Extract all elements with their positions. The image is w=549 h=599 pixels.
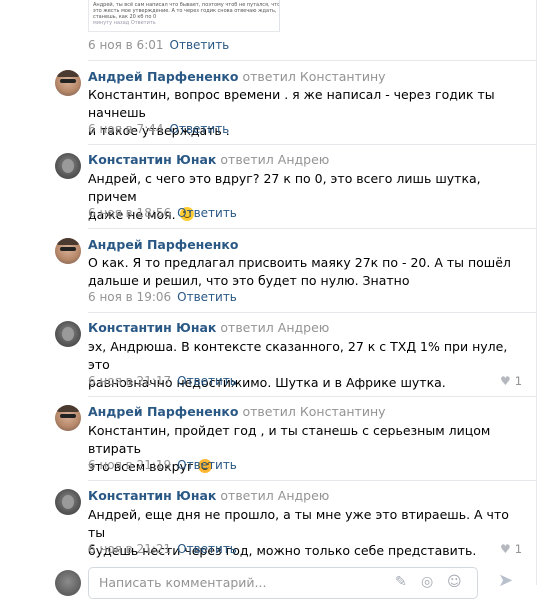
camera-icon[interactable]: ◎ — [421, 574, 433, 590]
avatar[interactable] — [55, 70, 81, 96]
text-line: Константин, пройдет год , и ты станешь с… — [88, 423, 491, 456]
comment-author-line: Константин Юнак ответил Андрею — [88, 488, 329, 503]
avatar[interactable] — [55, 321, 81, 347]
avatar[interactable] — [55, 489, 81, 515]
comment-time[interactable]: 6 ноя в 21:19 — [88, 458, 171, 472]
text-line: эх, Андрюша. В контексте сказанного, 27 … — [88, 339, 508, 372]
reply-target[interactable]: Константину — [300, 404, 386, 419]
comment-text: О как. Я то предлагал присвоить маяку 27… — [88, 254, 518, 290]
author-name[interactable]: Константин Юнак — [88, 152, 216, 167]
reply-button[interactable]: Ответить — [177, 374, 237, 388]
comment-input[interactable]: Написать комментарий... ✎ ◎ ☺ — [88, 567, 478, 599]
reply-button[interactable]: Ответить — [177, 542, 237, 556]
divider — [88, 480, 536, 481]
replied-label: ответил — [220, 488, 274, 503]
comment-meta: 6 ноя в 7:44 Ответить — [88, 122, 229, 136]
author-name[interactable]: Андрей Парфененко — [88, 404, 239, 419]
current-user-avatar — [55, 570, 81, 596]
like-count: 1 — [514, 542, 523, 556]
replied-label: ответил — [242, 404, 296, 419]
author-name[interactable]: Андрей Парфененко — [88, 69, 239, 84]
thumb-line: Андрей, ты всё сам написал что бывает, п… — [93, 2, 280, 8]
divider — [88, 60, 536, 61]
attach-icon[interactable]: ✎ — [395, 574, 407, 590]
comment-author-line: Андрей Парфененко ответил Константину — [88, 404, 386, 419]
like-button[interactable]: ♥ 1 — [500, 374, 522, 388]
divider — [88, 312, 536, 313]
replied-label: ответил — [242, 69, 296, 84]
comment-meta: 6 ноя в 21:19 Ответить — [88, 458, 237, 472]
reply-target[interactable]: Андрею — [278, 152, 330, 167]
comment-author-line: Андрей Парфененко ответил Константину — [88, 69, 386, 84]
text-line: Андрей, еще дня не прошло, а ты мне уже … — [88, 507, 509, 540]
reply-target[interactable]: Константину — [300, 69, 386, 84]
comment-time[interactable]: 6 ноя в 7:44 — [88, 122, 164, 136]
like-count: 1 — [514, 374, 523, 388]
comment-time[interactable]: 6 ноя в 21:21 — [88, 542, 171, 556]
comment-input-placeholder: Написать комментарий... — [99, 575, 267, 590]
send-icon[interactable]: ➤ — [498, 570, 513, 591]
text-line: О как. Я то предлагал присвоить маяку 27… — [88, 255, 511, 270]
avatar[interactable] — [55, 238, 81, 264]
emoji-icon[interactable]: ☺ — [447, 574, 462, 590]
reply-target[interactable]: Андрею — [278, 488, 330, 503]
like-button[interactable]: ♥ 1 — [500, 542, 522, 556]
divider — [88, 396, 536, 397]
text-line: Константин, вопрос времени . я же написа… — [88, 87, 495, 120]
comment-time[interactable]: 6 ноя в 18:56 — [88, 206, 171, 220]
author-name[interactable]: Константин Юнак — [88, 320, 216, 335]
heart-icon: ♥ — [500, 374, 511, 388]
avatar[interactable] — [55, 405, 81, 431]
heart-icon: ♥ — [500, 542, 511, 556]
reply-button[interactable]: Ответить — [177, 206, 237, 220]
comment-time[interactable]: 6 ноя в 21:17 — [88, 374, 171, 388]
comment-time[interactable]: 6 ноя в 19:06 — [88, 290, 171, 304]
author-name[interactable]: Константин Юнак — [88, 488, 216, 503]
comment-author-line: Андрей Парфененко — [88, 237, 239, 252]
author-name[interactable]: Андрей Парфененко — [88, 237, 239, 252]
comment-meta: 6 ноя в 19:06 Ответить — [88, 290, 237, 304]
text-line: Андрей, с чего это вдруг? 27 к по 0, это… — [88, 171, 481, 204]
reply-button[interactable]: Ответить — [170, 122, 230, 136]
comment-author-line: Константин Юнак ответил Андрею — [88, 152, 329, 167]
text-line: дальше и решил, что это будет по нулю. З… — [88, 273, 410, 288]
avatar[interactable] — [55, 153, 81, 179]
comment-time[interactable]: 6 ноя в 6:01 — [88, 38, 164, 52]
reply-target[interactable]: Андрею — [278, 320, 330, 335]
reply-button[interactable]: Ответить — [177, 290, 237, 304]
reply-button[interactable]: Ответить — [177, 458, 237, 472]
comment-author-line: Константин Юнак ответил Андрею — [88, 320, 329, 335]
replied-label: ответил — [220, 152, 274, 167]
comment-meta: 6 ноя в 18:56 Ответить — [88, 206, 237, 220]
attached-image[interactable]: Андрей, ты всё сам написал что бывает, п… — [88, 0, 280, 32]
comment-meta: 6 ноя в 21:17 Ответить — [88, 374, 237, 388]
comment-meta: 6 ноя в 21:21 Ответить — [88, 542, 237, 556]
divider — [88, 228, 536, 229]
reply-button[interactable]: Ответить — [170, 38, 230, 52]
divider — [88, 144, 536, 145]
thumb-line: минуту назад Ответить — [93, 20, 156, 26]
replied-label: ответил — [220, 320, 274, 335]
page-right-border — [536, 0, 537, 585]
comment-meta: 6 ноя в 6:01 Ответить — [88, 38, 229, 52]
